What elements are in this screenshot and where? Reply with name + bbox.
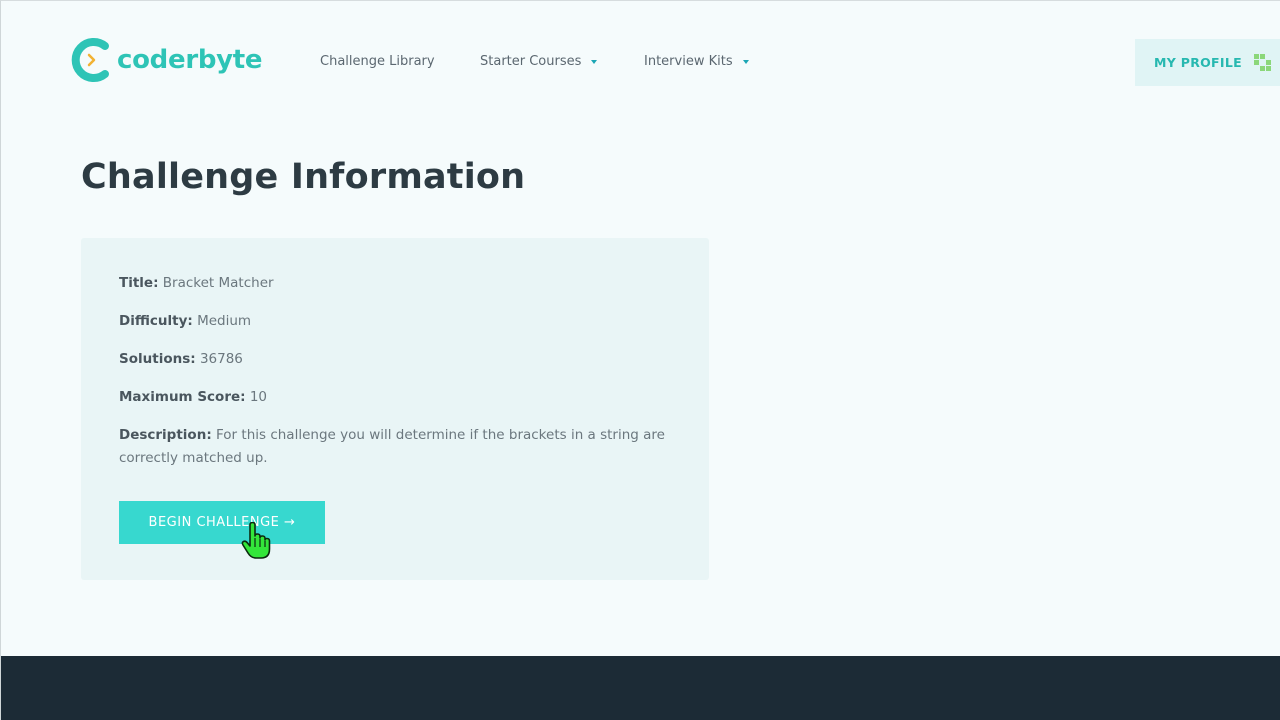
challenge-info-card: Title: Bracket Matcher Difficulty: Mediu…	[81, 238, 709, 580]
challenge-solutions-value: 36786	[199, 351, 243, 367]
challenge-title-value: Bracket Matcher	[162, 275, 274, 291]
footer	[1, 656, 1280, 720]
challenge-solutions-row: Solutions: 36786	[119, 348, 679, 371]
nav-challenge-library-label: Challenge Library	[320, 54, 435, 69]
challenge-description-row: Description: For this challenge you will…	[119, 424, 679, 470]
coderbyte-logo[interactable]: coderbyte	[69, 36, 263, 84]
nav-interview-kits-label: Interview Kits	[644, 54, 733, 69]
challenge-title-row: Title: Bracket Matcher	[119, 272, 679, 295]
page-title: Challenge Information	[81, 157, 526, 197]
pixel-avatar-icon	[1253, 54, 1271, 71]
challenge-difficulty-label: Difficulty:	[119, 313, 193, 329]
my-profile-button[interactable]: MY PROFILE	[1135, 39, 1280, 86]
challenge-solutions-label: Solutions:	[119, 351, 196, 367]
begin-challenge-button[interactable]: BEGIN CHALLENGE →	[119, 501, 325, 544]
coderbyte-logo-icon	[71, 38, 109, 82]
challenge-max-score-label: Maximum Score:	[119, 389, 246, 405]
nav-starter-courses[interactable]: Starter Courses	[480, 54, 598, 69]
challenge-difficulty-value: Medium	[197, 313, 252, 329]
challenge-max-score-row: Maximum Score: 10	[119, 386, 679, 409]
challenge-max-score-value: 10	[249, 389, 268, 405]
nav-interview-kits[interactable]: Interview Kits	[644, 54, 749, 69]
nav-challenge-library[interactable]: Challenge Library	[320, 54, 435, 69]
challenge-description-label: Description:	[119, 427, 212, 443]
begin-challenge-label: BEGIN CHALLENGE →	[148, 515, 296, 530]
nav-starter-courses-label: Starter Courses	[480, 54, 582, 69]
brand-name: coderbyte	[117, 45, 263, 75]
challenge-difficulty-row: Difficulty: Medium	[119, 310, 679, 333]
header: coderbyte Challenge Library Starter Cour…	[1, 1, 1280, 121]
chevron-down-icon	[591, 59, 598, 64]
my-profile-label: MY PROFILE	[1154, 55, 1242, 70]
hand-pointer-icon	[241, 521, 271, 564]
challenge-title-label: Title:	[119, 275, 159, 291]
chevron-down-icon	[742, 59, 749, 64]
